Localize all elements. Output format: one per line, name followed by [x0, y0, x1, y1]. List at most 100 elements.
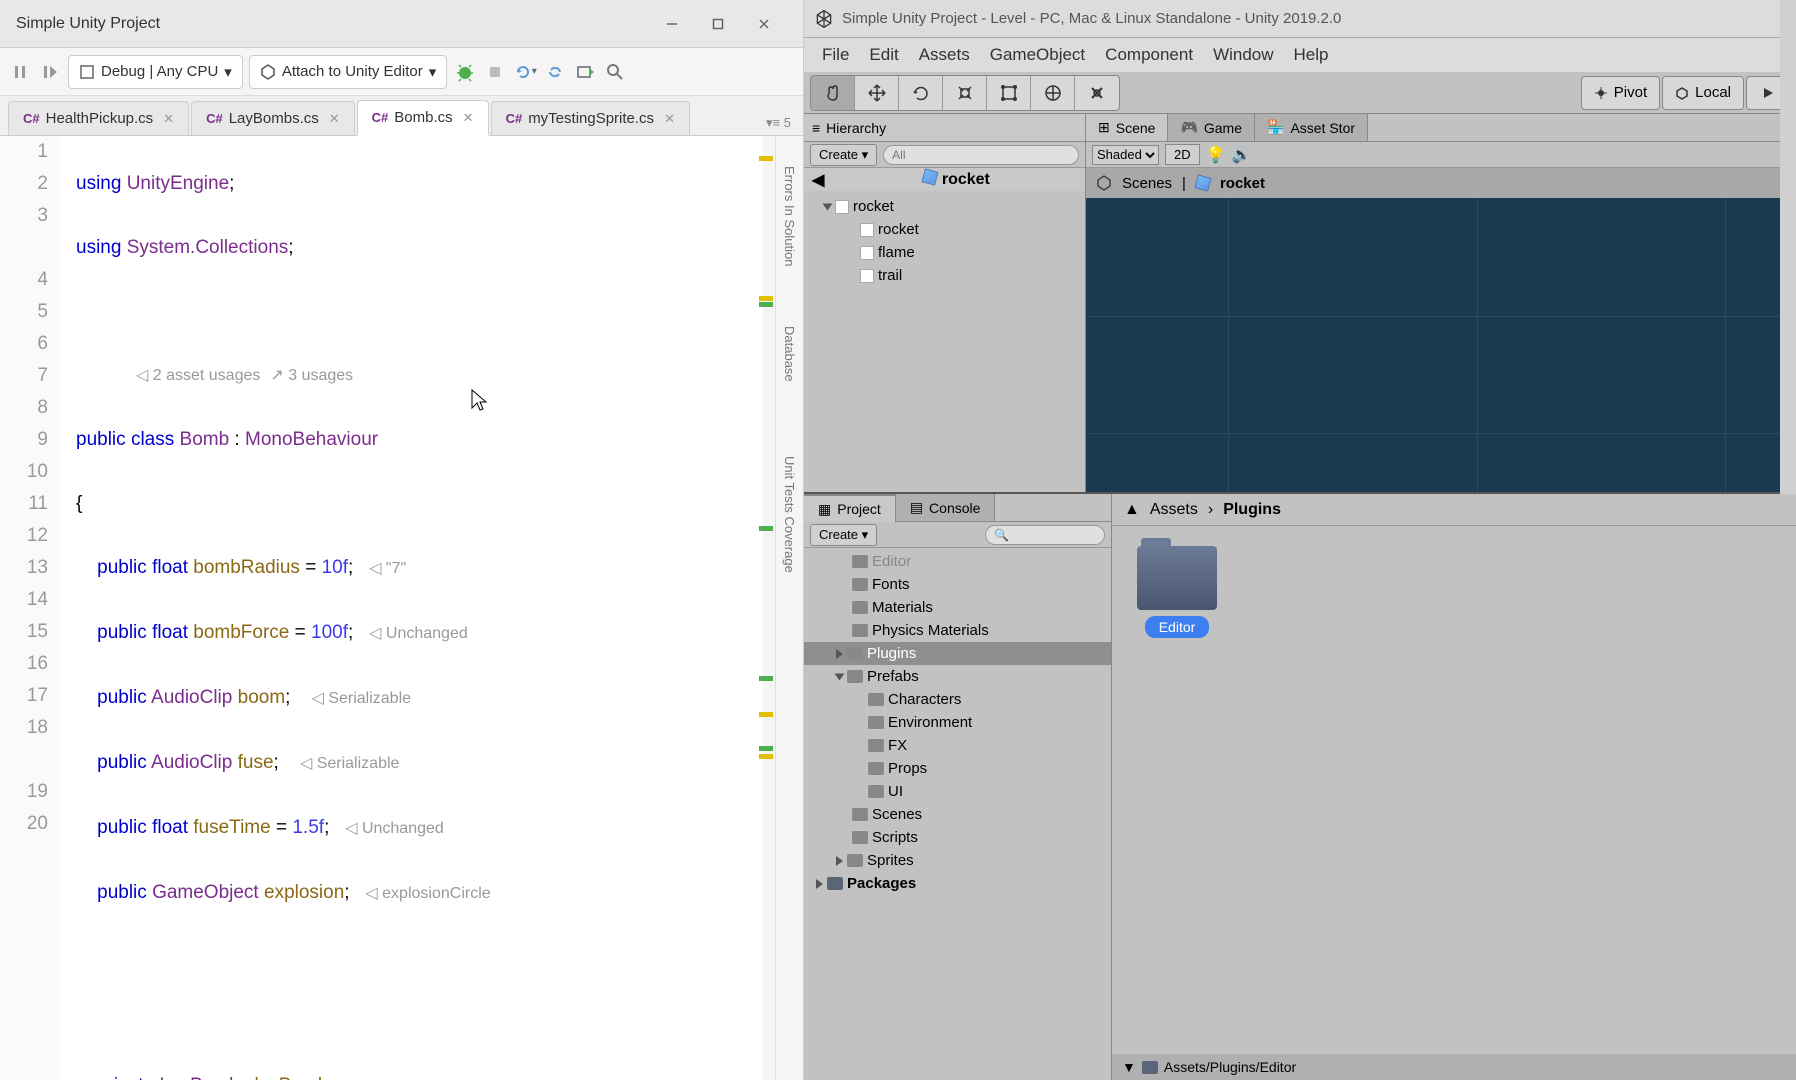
code-content[interactable]: using UnityEngine; using System.Collecti…: [60, 136, 763, 1080]
audio-icon[interactable]: 🔊: [1232, 145, 1252, 165]
scene-panel: ⊞ Scene 🎮 Game 🏪 Asset Stor Shaded 2D 💡 …: [1086, 114, 1796, 492]
local-toggle[interactable]: Local: [1662, 76, 1744, 110]
minimize-button[interactable]: [649, 8, 695, 40]
tree-row[interactable]: Prefabs: [804, 665, 1111, 688]
tree-row[interactable]: Props: [804, 757, 1111, 780]
tree-row[interactable]: rocket: [804, 218, 1085, 241]
rect-tool[interactable]: [987, 76, 1031, 110]
tree-row[interactable]: FX: [804, 734, 1111, 757]
expand-icon[interactable]: [835, 673, 845, 680]
project-create-button[interactable]: Create ▾: [810, 524, 877, 546]
tree-row[interactable]: trail: [804, 264, 1085, 287]
scene-viewport[interactable]: [1086, 198, 1796, 492]
close-icon[interactable]: ✕: [329, 111, 340, 127]
hierarchy-search[interactable]: [883, 145, 1079, 165]
attach-dropdown[interactable]: Attach to Unity Editor ▾: [249, 55, 447, 89]
code-editor[interactable]: 123 456789101112131415161718 1920 using …: [0, 136, 763, 1080]
expand-icon[interactable]: [836, 856, 843, 866]
tab-bomb[interactable]: C#Bomb.cs✕: [357, 100, 489, 136]
tree-row-packages[interactable]: Packages: [804, 872, 1111, 895]
assetstore-tab[interactable]: 🏪 Asset Stor: [1255, 114, 1368, 141]
close-icon[interactable]: ✕: [664, 111, 675, 127]
close-button[interactable]: [741, 8, 787, 40]
hierarchy-tab[interactable]: ≡ Hierarchy: [804, 114, 1085, 142]
unity-logo-icon: [814, 9, 834, 29]
tree-row[interactable]: Characters: [804, 688, 1111, 711]
tab-healthpickup[interactable]: C#HealthPickup.cs✕: [8, 101, 189, 135]
hierarchy-scene-header[interactable]: ◀ rocket: [804, 168, 1085, 191]
tab-laybombs[interactable]: C#LayBombs.cs✕: [191, 101, 355, 135]
run-icon[interactable]: [573, 60, 597, 84]
config-icon: [79, 64, 95, 80]
rotate-tool[interactable]: [899, 76, 943, 110]
refresh-icon[interactable]: ▾: [513, 60, 537, 84]
tree-row[interactable]: Physics Materials: [804, 619, 1111, 642]
unity-window: Simple Unity Project - Level - PC, Mac &…: [804, 0, 1796, 1080]
breadcrumb-scenes[interactable]: Scenes: [1122, 175, 1172, 192]
config-dropdown[interactable]: Debug | Any CPU ▾: [68, 55, 243, 89]
tree-row[interactable]: UI: [804, 780, 1111, 803]
asset-item-editor[interactable]: Editor: [1132, 546, 1222, 1034]
console-tab[interactable]: ▤ Console: [896, 494, 996, 522]
menu-window[interactable]: Window: [1203, 39, 1283, 71]
menu-assets[interactable]: Assets: [909, 39, 980, 71]
tree-row[interactable]: Scripts: [804, 826, 1111, 849]
footer-path: Assets/Plugins/Editor: [1164, 1059, 1296, 1075]
game-tab[interactable]: 🎮 Game: [1168, 114, 1255, 141]
breadcrumb-assets[interactable]: Assets: [1150, 501, 1198, 519]
assets-grid[interactable]: Editor: [1112, 526, 1796, 1054]
tree-row[interactable]: Fonts: [804, 573, 1111, 596]
tree-row[interactable]: Materials: [804, 596, 1111, 619]
menu-gameobject[interactable]: GameObject: [980, 39, 1095, 71]
sync-icon[interactable]: [543, 60, 567, 84]
tree-row[interactable]: Scenes: [804, 803, 1111, 826]
pause-icon[interactable]: [8, 60, 32, 84]
errors-tab[interactable]: Errors In Solution: [782, 166, 797, 266]
2d-toggle[interactable]: 2D: [1165, 144, 1200, 165]
tree-row[interactable]: rocket: [804, 195, 1085, 218]
local-icon: [1675, 86, 1689, 100]
menu-file[interactable]: File: [812, 39, 859, 71]
stop-icon[interactable]: [483, 60, 507, 84]
prefab-icon: [1194, 174, 1211, 191]
tree-row[interactable]: Environment: [804, 711, 1111, 734]
step-icon[interactable]: [38, 60, 62, 84]
close-icon[interactable]: ✕: [163, 111, 174, 127]
scale-tool[interactable]: [943, 76, 987, 110]
expand-icon[interactable]: [823, 203, 833, 210]
expand-icon[interactable]: [816, 879, 823, 889]
project-tab[interactable]: ▦ Project: [804, 494, 896, 522]
shading-dropdown[interactable]: Shaded: [1092, 145, 1159, 165]
bug-icon[interactable]: [453, 60, 477, 84]
breadcrumb-plugins[interactable]: Plugins: [1223, 501, 1281, 519]
search-icon[interactable]: [603, 60, 627, 84]
expand-icon[interactable]: [836, 649, 843, 659]
menu-edit[interactable]: Edit: [859, 39, 908, 71]
tree-row-plugins[interactable]: Plugins: [804, 642, 1111, 665]
tree-row[interactable]: Editor: [804, 550, 1111, 573]
scene-tab[interactable]: ⊞ Scene: [1086, 114, 1168, 141]
hierarchy-create-button[interactable]: Create ▾: [810, 144, 877, 166]
move-tool[interactable]: [855, 76, 899, 110]
coverage-tab[interactable]: Unit Tests Coverage: [782, 456, 797, 573]
maximize-button[interactable]: [695, 8, 741, 40]
pivot-toggle[interactable]: Pivot: [1581, 76, 1660, 110]
unity-icon: [1096, 175, 1112, 191]
attach-label: Attach to Unity Editor: [282, 63, 423, 80]
scroll-down-icon[interactable]: ▼: [1122, 1059, 1136, 1075]
light-icon[interactable]: 💡: [1206, 145, 1226, 165]
hand-tool[interactable]: [811, 76, 855, 110]
tab-testsprite[interactable]: C#myTestingSprite.cs✕: [491, 101, 690, 135]
project-search[interactable]: [985, 525, 1105, 545]
menu-help[interactable]: Help: [1284, 39, 1339, 71]
close-icon[interactable]: ✕: [463, 110, 474, 126]
transform-tool[interactable]: [1031, 76, 1075, 110]
tree-row[interactable]: Sprites: [804, 849, 1111, 872]
back-icon[interactable]: ◀: [812, 170, 824, 190]
menu-component[interactable]: Component: [1095, 39, 1203, 71]
custom-tool[interactable]: [1075, 76, 1119, 110]
scroll-up-icon[interactable]: ▲: [1124, 501, 1140, 519]
database-tab[interactable]: Database: [782, 326, 797, 382]
tree-row[interactable]: flame: [804, 241, 1085, 264]
breadcrumb-current[interactable]: rocket: [1220, 175, 1265, 192]
